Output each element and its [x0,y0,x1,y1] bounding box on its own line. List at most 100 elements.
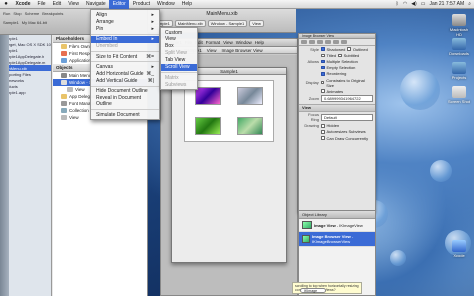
inspector-row: Zoom 0.689999341964722 [299,94,375,102]
inspector-row: Can Draw Concurrently [299,135,375,141]
toolbar-stop-button[interactable]: Stop [13,11,21,16]
editor-menu-dropdown: Align ▸ Arrange ▸ Pin ▸ Embed In ▸ Unembed S… [90,9,160,121]
size-inspector-tab[interactable] [333,40,339,44]
bluetooth-icon[interactable]: ᛒ [396,1,399,7]
spotlight-icon[interactable]: ⌕ [468,1,471,7]
image-view-icon [302,221,312,229]
preview-menu-item[interactable]: Window [236,40,252,45]
checkbox[interactable] [321,47,325,51]
menu-item-add-horizontal-guide[interactable]: Add Horizontal Guide ⌘_ [91,70,159,77]
thumbnail-image[interactable] [195,117,221,135]
menu-item-arrange[interactable]: Arrange ▸ [91,18,159,25]
checkbox[interactable] [321,130,325,134]
checkbox[interactable] [338,53,342,58]
menu-xcode[interactable]: Xcode [12,0,34,9]
attributes-inspector-tab[interactable] [325,40,331,44]
menu-separator [91,85,159,87]
menu-navigate[interactable]: Navigate [82,0,109,9]
desktop-icon-macintosh-hd[interactable]: Macintosh HD [447,14,471,37]
desktop-icon-projects[interactable]: Projects [447,62,471,80]
toolbar-run-button[interactable]: Run [3,11,10,16]
inspector-row: Focus Ring Default [299,112,375,123]
scheme-target[interactable]: Sample1 [3,20,19,25]
checkbox[interactable] [321,124,325,128]
thumbnail-image[interactable] [237,117,263,135]
menu-view[interactable]: View [65,0,83,9]
checkbox-label: Constrains to Original Size [326,77,365,88]
menu-help[interactable]: Help [178,0,195,9]
menu-editor[interactable]: Editor [109,0,130,9]
quick-help-tab[interactable] [309,40,315,44]
library-search-field[interactable]: IKImage [300,288,326,293]
canvas-area[interactable]: Sample1 [161,55,297,295]
menu-edit[interactable]: Edit [49,0,65,9]
menu-item-align[interactable]: Align ▸ [91,11,159,18]
menu-product[interactable]: Product [129,0,153,9]
desktop-icon-downloads[interactable]: Downloads [447,38,471,56]
menubar-clock[interactable]: Jan 21 7:57 AM [429,1,464,7]
library-header[interactable]: Object Library [299,211,375,219]
zoom-field[interactable]: 0.689999341964722 [321,94,373,102]
wifi-icon[interactable]: ◠ [403,1,407,7]
connections-inspector-tab[interactable] [341,40,347,44]
toolbar-scheme-button[interactable]: Scheme [25,11,40,16]
submenu-item-split-view: Split View [165,49,187,56]
volume-icon[interactable]: ◀) [411,1,417,7]
library-item[interactable]: Image View - IKImageView [299,219,375,232]
apple-menu-icon[interactable]: ● [0,1,12,7]
desktop-icon-screenshot[interactable]: Screen Shot [447,86,471,104]
menu-item-size-to-fit[interactable]: Size to Fit Content ⌘= [91,53,159,60]
menu-item-hide-outline[interactable]: Hide Document Outline [91,88,159,95]
breadcrumb-item[interactable]: MainMenu.xib [174,20,206,27]
submenu-item-custom-view[interactable]: Custom View [161,29,197,42]
embed-in-submenu: Custom View Box Split View Tab View Scro… [160,27,198,91]
sample-window[interactable]: Sample1 [171,67,287,263]
menu-item-simulate-document[interactable]: Simulate Document [91,111,159,118]
outline-label: View [75,87,85,92]
breadcrumb-item[interactable]: Window - Sample1 [207,20,248,27]
view-icon [61,115,67,120]
menu-file[interactable]: File [34,0,49,9]
submenu-item-scroll-view[interactable]: Scroll View [161,63,197,71]
identity-inspector-tab[interactable] [317,40,323,44]
checkbox[interactable] [321,65,325,70]
menu-item-label: Pin [96,25,104,32]
checkbox[interactable] [320,80,325,85]
menu-item-pin[interactable]: Pin ▸ [91,25,159,32]
menu-item-canvas[interactable]: Canvas ▸ [91,63,159,70]
checkbox[interactable] [321,89,325,93]
preview-menu-item[interactable]: Format [206,40,220,45]
scheme-destination[interactable]: My Mac 64-bit [22,20,47,25]
checkbox[interactable] [321,136,325,140]
library-item-selected[interactable]: Image Browser View - IKImageBrowserView [299,232,375,247]
checkbox[interactable] [347,47,351,51]
menu-item-label: Simulate Document [96,111,140,118]
menu-item-add-vertical-guide[interactable]: Add Vertical Guide ⌘| [91,78,159,85]
thumbnail-image[interactable] [195,87,221,105]
submenu-item-matrix: Matrix [165,74,179,81]
menu-item-embed-in[interactable]: Embed In ▸ [91,35,159,43]
menu-item-reveal-outline[interactable]: Reveal in Document Outline [91,95,159,108]
checkbox[interactable] [321,72,325,76]
toolbar-breakpoints-button[interactable]: Breakpoints [42,11,63,16]
submenu-item-tab-view[interactable]: Tab View [161,57,197,64]
preview-menu-item[interactable]: View [223,40,233,45]
breadcrumb-item[interactable]: View [207,48,217,53]
file-inspector-tab[interactable] [301,40,307,44]
thumbnail-image[interactable] [237,87,263,105]
focus-ring-popup[interactable]: Default [321,113,373,121]
breadcrumb-item[interactable]: Image Browser View [221,48,262,53]
hard-drive-icon [452,14,466,26]
menu-item-label: Hide Document Outline [96,88,148,95]
submenu-item-box[interactable]: Box [161,42,197,49]
view-section-header[interactable]: View [299,103,375,112]
menu-separator [91,61,159,63]
battery-icon[interactable]: ▭ [421,1,426,7]
preview-menu-item[interactable]: Help [255,40,264,45]
checkbox-label: Reordering [326,71,347,77]
breadcrumb-item[interactable]: View [249,20,264,27]
checkbox[interactable] [321,53,325,58]
checkbox[interactable] [321,59,325,64]
desktop-icon-xcode[interactable]: Xcode [447,240,471,258]
menu-window[interactable]: Window [153,0,178,9]
